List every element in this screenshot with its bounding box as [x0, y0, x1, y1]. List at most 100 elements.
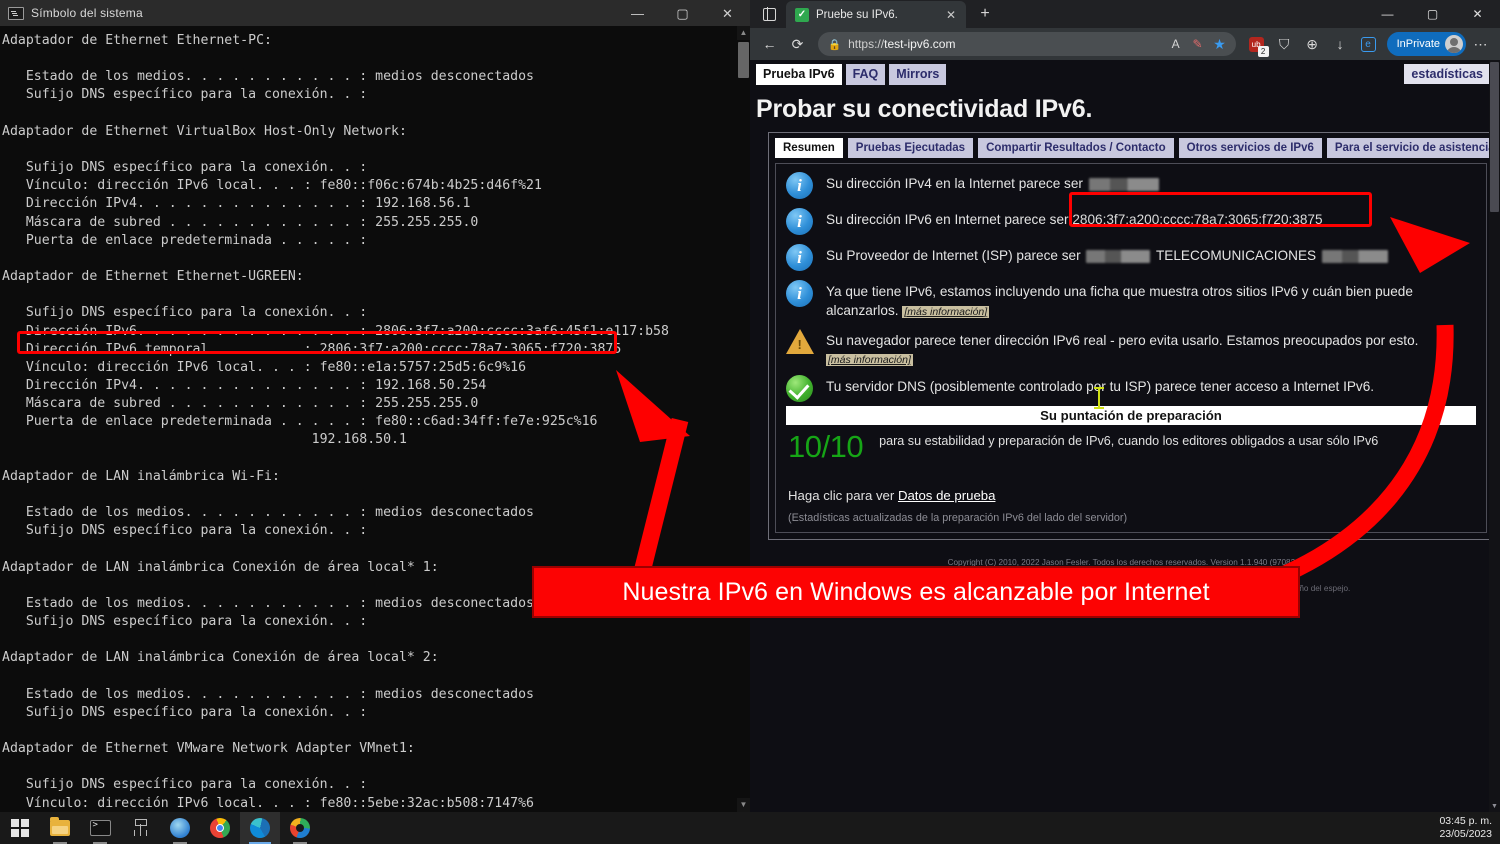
result-row-ipv6: i Su dirección IPv6 en Internet parece s…	[786, 208, 1476, 236]
extension-icon[interactable]: ub 2	[1243, 31, 1270, 58]
address-bar[interactable]: 🔒 https://test-ipv6.com A ✎ ★	[818, 32, 1236, 56]
taskbar-jetbrains[interactable]	[160, 812, 200, 844]
test-data-prefix: Haga clic para ver	[788, 487, 895, 503]
more-info-link-tile[interactable]: [más información]	[902, 305, 990, 318]
start-button[interactable]	[0, 812, 40, 844]
browser-essentials-icon[interactable]: e	[1355, 31, 1382, 58]
edge-minimize-button[interactable]: —	[1365, 0, 1410, 28]
tab-actions-icon[interactable]	[756, 1, 782, 27]
chrome-icon	[210, 818, 230, 838]
warning-icon	[786, 329, 814, 356]
annotation-banner: Nuestra IPv6 en Windows es alcanzable po…	[532, 566, 1300, 618]
page-viewport: Prueba IPv6 FAQ Mirrors estadísticas Pro…	[750, 60, 1500, 812]
collections-icon[interactable]: ⛉	[1271, 31, 1298, 58]
result-tab-pruebas-ejecutadas[interactable]: Pruebas Ejecutadas	[847, 138, 974, 159]
info-icon: i	[786, 244, 813, 272]
cmd-scroll-up-arrow[interactable]: ▲	[737, 26, 750, 40]
read-aloud-icon[interactable]: A	[1166, 34, 1186, 54]
shield-check-icon: ✓	[795, 7, 809, 22]
cmd-close-button[interactable]: ✕	[705, 0, 750, 26]
settings-and-more-icon[interactable]: ⋯	[1467, 31, 1494, 58]
windows-taskbar: 03:45 p. m. 23/05/2023	[0, 812, 1500, 844]
site-tab-faq[interactable]: FAQ	[845, 64, 886, 85]
pen-icon[interactable]: ✎	[1188, 34, 1208, 54]
cmd-maximize-button[interactable]: ▢	[660, 0, 705, 26]
lock-icon: 🔒	[828, 38, 842, 51]
isp-name: TELECOMUNICACIONES	[1155, 248, 1317, 264]
redacted-isp-prefix	[1086, 250, 1151, 264]
browser-toolbar: ← ⟳ 🔒 https://test-ipv6.com A ✎ ★ ub 2 ⛉…	[750, 28, 1500, 60]
page-scroll-thumb[interactable]	[1490, 62, 1499, 212]
cmd-scrollbar[interactable]: ▲ ▼	[737, 26, 750, 812]
check-icon	[786, 374, 813, 402]
browser-tab[interactable]: ✓ Pruebe su IPv6. ✕	[786, 1, 966, 28]
info-icon: i	[786, 208, 813, 236]
info-icon: i	[786, 280, 813, 308]
cmd-minimize-button[interactable]: —	[615, 0, 660, 26]
result-text-dns: Tu servidor DNS (posiblemente controlado…	[826, 378, 1375, 394]
refresh-icon[interactable]: ⟳	[784, 31, 811, 58]
result-label-isp: Su Proveedor de Internet (ISP) parece se…	[826, 248, 1081, 264]
result-text-isp: Su Proveedor de Internet (ISP) parece se…	[826, 244, 1476, 265]
readiness-score-value: 10/10	[788, 428, 864, 464]
back-icon[interactable]: ←	[756, 31, 783, 58]
result-text-ipv6: Su dirección IPv6 en Internet parece ser…	[826, 208, 1476, 229]
downloads-icon[interactable]: ↓	[1327, 31, 1354, 58]
taskbar-command-prompt[interactable]	[80, 812, 120, 844]
cmd-scroll-thumb[interactable]	[738, 42, 749, 78]
result-row-ipv6-tile: i Ya que tiene IPv6, estamos incluyendo …	[786, 280, 1476, 320]
more-info-link-browser[interactable]: [más información]	[826, 354, 913, 367]
clock-time: 03:45 p. m.	[1439, 814, 1492, 827]
desktop: Símbolo del sistema — ▢ ✕ Adaptador de E…	[0, 0, 1500, 844]
split-screen-icon[interactable]: ⊕	[1299, 31, 1326, 58]
result-label-ipv4: Su dirección IPv4 en la Internet parece …	[826, 176, 1083, 192]
network-icon	[130, 819, 150, 837]
result-label-ipv6: Su dirección IPv6 en Internet parece ser	[826, 212, 1069, 228]
address-bar-actions: A ✎ ★	[1166, 34, 1230, 54]
site-tab-mirrors[interactable]: Mirrors	[889, 64, 947, 85]
taskbar-google-chrome[interactable]	[200, 812, 240, 844]
favorite-icon[interactable]: ★	[1210, 34, 1230, 54]
browser-tab-title: Pruebe su IPv6.	[816, 8, 898, 21]
cmd-scroll-down-arrow[interactable]: ▼	[737, 798, 750, 812]
taskbar-edge-dev[interactable]	[280, 812, 320, 844]
page-scroll-down-arrow[interactable]: ▼	[1489, 801, 1500, 812]
result-row-isp: i Su Proveedor de Internet (ISP) parece …	[786, 244, 1476, 272]
edge-icon	[250, 818, 270, 838]
taskbar-microsoft-edge[interactable]	[240, 812, 280, 844]
edge-close-button[interactable]: ✕	[1455, 0, 1500, 28]
readiness-score-section: 10/10 para su estabilidad y preparación …	[786, 427, 1476, 462]
taskbar-network-tool[interactable]	[120, 812, 160, 844]
readiness-score-bar: Su puntación de preparación	[786, 405, 1476, 425]
cmd-icon	[89, 820, 111, 836]
inprivate-profile-button[interactable]: InPrivate	[1386, 32, 1466, 56]
result-row-dns: Tu servidor DNS (posiblemente controlado…	[786, 374, 1476, 402]
info-icon: i	[786, 172, 813, 200]
statistics-link[interactable]: estadísticas	[1404, 64, 1490, 84]
cmd-title-bar[interactable]: Símbolo del sistema — ▢ ✕	[0, 0, 750, 26]
page-scrollbar[interactable]: ▲ ▼	[1489, 60, 1500, 812]
result-tab-list: Resumen Pruebas Ejecutadas Compartir Res…	[775, 138, 1500, 163]
redacted-isp-suffix	[1321, 250, 1388, 264]
folder-icon	[50, 817, 70, 836]
taskbar-clock[interactable]: 03:45 p. m. 23/05/2023	[1439, 812, 1492, 844]
result-tab-otros-servicios[interactable]: Otros servicios de IPv6	[1178, 138, 1322, 159]
test-data-link[interactable]: Datos de prueba	[898, 488, 996, 503]
result-text-ipv6-tile: Ya que tiene IPv6, estamos incluyendo un…	[826, 280, 1476, 320]
command-prompt-window: Símbolo del sistema — ▢ ✕ Adaptador de E…	[0, 0, 750, 812]
close-icon[interactable]: ✕	[942, 9, 960, 21]
test-data-link-row: Haga clic para ver Datos de prueba	[786, 462, 1476, 503]
windows-logo-icon	[11, 819, 29, 837]
result-tab-servicio-asistencia[interactable]: Para el servicio de asistencia	[1326, 138, 1500, 159]
cmd-window-controls: — ▢ ✕	[615, 0, 750, 26]
cmd-output-text: Adaptador de Ethernet Ethernet-PC: Estad…	[2, 33, 669, 811]
site-tab-prueba-ipv6[interactable]: Prueba IPv6	[756, 64, 842, 85]
extension-badge-count: 2	[1257, 45, 1269, 57]
new-tab-button[interactable]: +	[972, 1, 998, 27]
edge-maximize-button[interactable]: ▢	[1410, 0, 1455, 28]
taskbar-file-explorer[interactable]	[40, 812, 80, 844]
result-tab-resumen[interactable]: Resumen	[775, 138, 843, 159]
result-tab-compartir-resultados[interactable]: Compartir Resultados / Contacto	[978, 138, 1174, 159]
edge-dev-icon	[290, 818, 310, 838]
browser-tab-strip: ✓ Pruebe su IPv6. ✕ + — ▢ ✕	[750, 0, 1500, 28]
